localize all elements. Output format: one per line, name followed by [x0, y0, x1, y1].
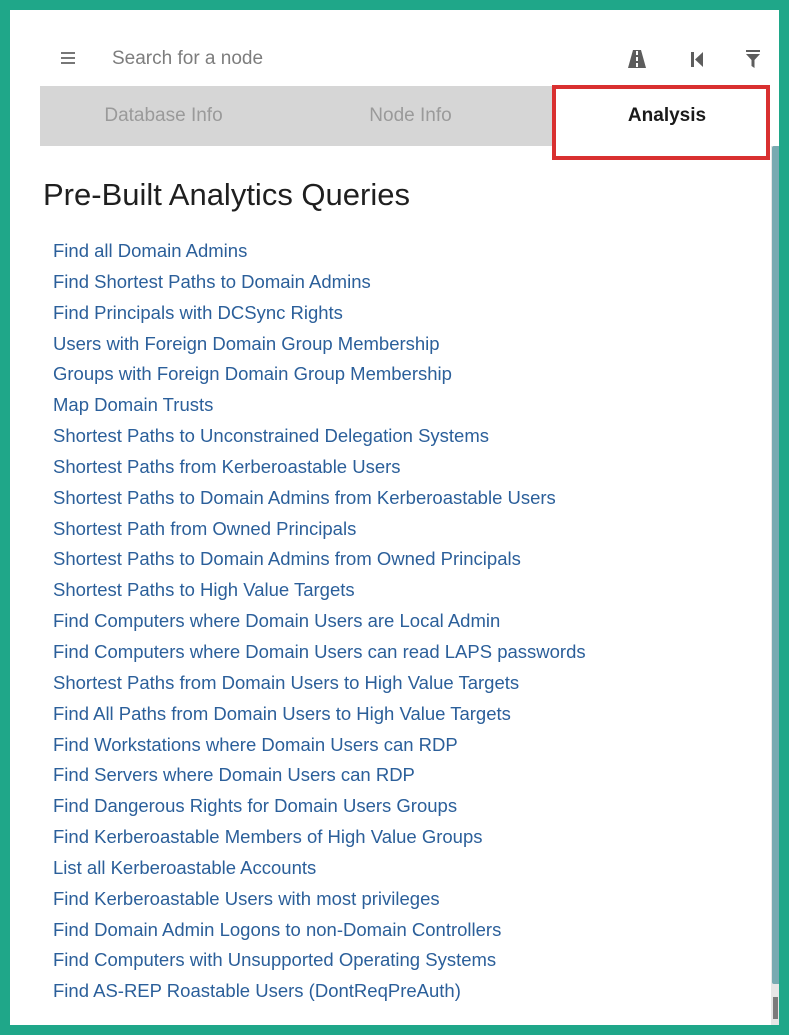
tab-analysis[interactable]: Analysis	[553, 86, 779, 146]
hamburger-menu-icon[interactable]	[61, 51, 75, 65]
pathfinding-road-icon[interactable]	[626, 48, 648, 70]
filter-icon[interactable]	[742, 48, 764, 70]
tab-bar: Database Info Node Info Analysis	[40, 86, 779, 146]
query-link[interactable]: Shortest Paths to High Value Targets	[53, 575, 586, 606]
query-link[interactable]: Find Principals with DCSync Rights	[53, 298, 586, 329]
query-link[interactable]: Find Workstations where Domain Users can…	[53, 730, 586, 761]
query-list: Find all Domain Admins Find Shortest Pat…	[53, 236, 586, 1007]
scrollbar[interactable]	[771, 146, 779, 1025]
query-link[interactable]: Find Kerberoastable Members of High Valu…	[53, 822, 586, 853]
page-title: Pre-Built Analytics Queries	[43, 177, 410, 212]
query-link[interactable]: Map Domain Trusts	[53, 390, 586, 421]
query-link[interactable]: Groups with Foreign Domain Group Members…	[53, 359, 586, 390]
query-link[interactable]: Shortest Paths to Domain Admins from Own…	[53, 544, 586, 575]
query-link[interactable]: Shortest Paths to Domain Admins from Ker…	[53, 483, 586, 514]
query-link[interactable]: Find Computers where Domain Users can re…	[53, 637, 586, 668]
tab-node-info[interactable]: Node Info	[287, 86, 534, 146]
query-link[interactable]: Shortest Paths from Kerberoastable Users	[53, 452, 586, 483]
query-link[interactable]: Find Computers where Domain Users are Lo…	[53, 606, 586, 637]
query-link[interactable]: Find AS-REP Roastable Users (DontReqPreA…	[53, 976, 586, 1007]
scrollbar-thumb[interactable]	[772, 146, 779, 984]
app-window: Database Info Node Info Analysis Pre-Bui…	[10, 10, 779, 1025]
query-link[interactable]: Find all Domain Admins	[53, 236, 586, 267]
query-link[interactable]: Find All Paths from Domain Users to High…	[53, 699, 586, 730]
analysis-panel: Pre-Built Analytics Queries Find all Dom…	[40, 146, 771, 1025]
search-bar	[40, 32, 779, 86]
query-link[interactable]: Shortest Paths from Domain Users to High…	[53, 668, 586, 699]
resize-grip[interactable]	[773, 997, 778, 1019]
query-link[interactable]: List all Kerberoastable Accounts	[53, 853, 586, 884]
query-link[interactable]: Shortest Paths to Unconstrained Delegati…	[53, 421, 586, 452]
query-link[interactable]: Find Servers where Domain Users can RDP	[53, 760, 586, 791]
query-link[interactable]: Find Kerberoastable Users with most priv…	[53, 884, 586, 915]
query-link[interactable]: Users with Foreign Domain Group Membersh…	[53, 329, 586, 360]
back-icon[interactable]	[686, 48, 708, 70]
search-input[interactable]	[112, 44, 532, 74]
query-link[interactable]: Find Shortest Paths to Domain Admins	[53, 267, 586, 298]
tab-database-info[interactable]: Database Info	[40, 86, 287, 146]
query-link[interactable]: Shortest Path from Owned Principals	[53, 514, 586, 545]
search-panel: Database Info Node Info Analysis Pre-Bui…	[40, 32, 779, 1025]
query-link[interactable]: Find Computers with Unsupported Operatin…	[53, 945, 586, 976]
query-link[interactable]: Find Domain Admin Logons to non-Domain C…	[53, 915, 586, 946]
query-link[interactable]: Find Dangerous Rights for Domain Users G…	[53, 791, 586, 822]
